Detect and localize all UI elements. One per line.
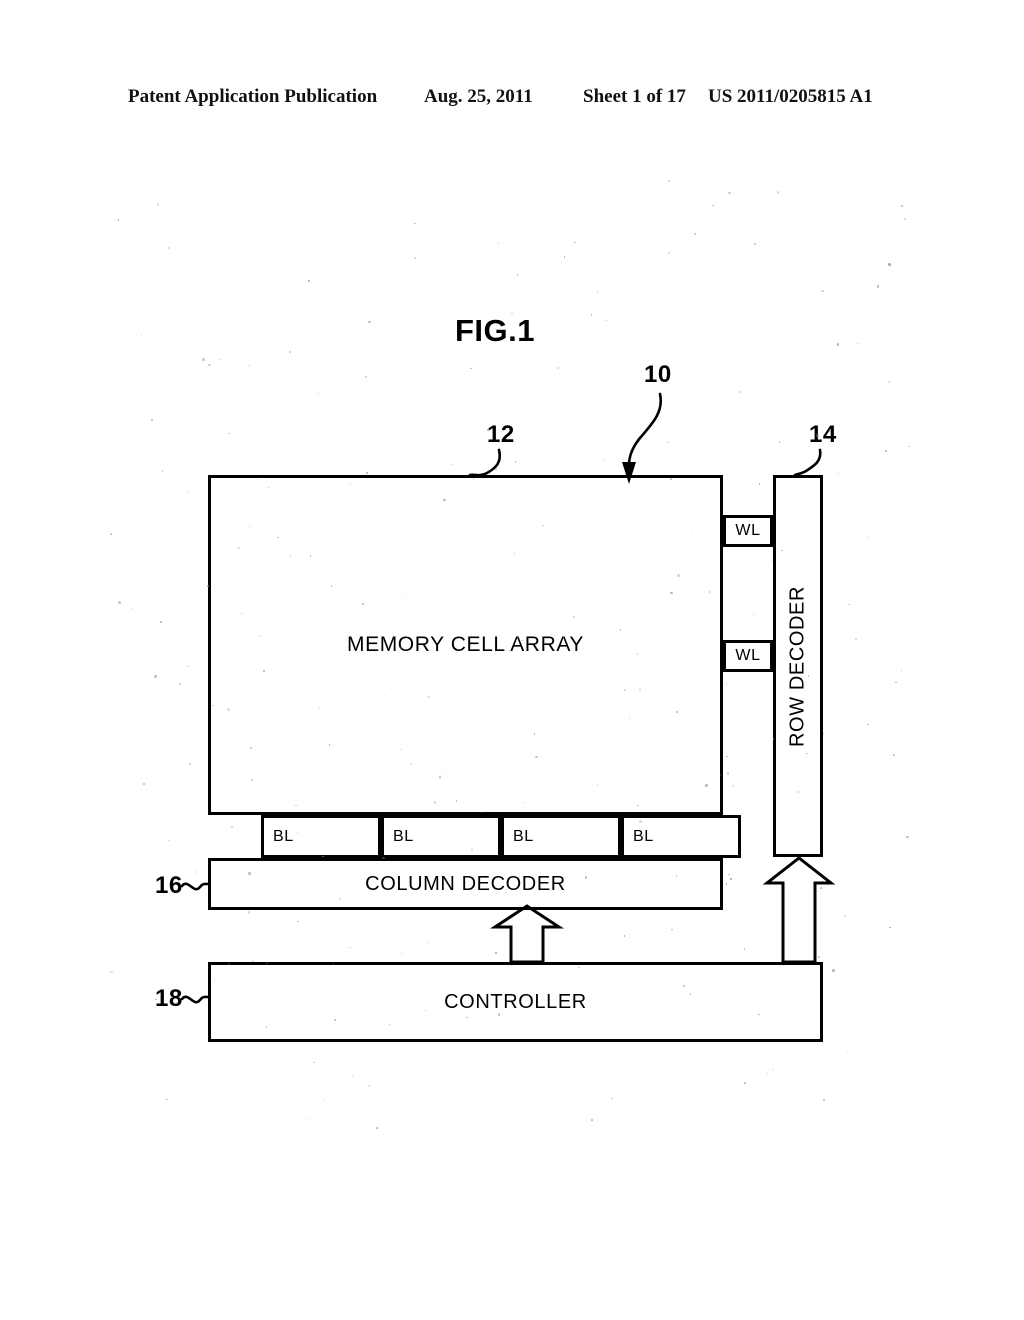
reference-numeral-10: 10: [644, 361, 672, 388]
leader-line-18: [180, 995, 210, 1004]
header-document-number: US 2011/0205815 A1: [708, 86, 873, 107]
page-header: Patent Application Publication Aug. 25, …: [0, 86, 1024, 114]
leader-line-10: [622, 392, 663, 484]
block-memory-cell-array-label: MEMORY CELL ARRAY: [347, 633, 584, 656]
block-column-decoder: COLUMN DECODER: [208, 858, 723, 910]
reference-numeral-18: 18: [155, 985, 183, 1012]
patent-figure-page: Patent Application Publication Aug. 25, …: [0, 0, 1024, 1320]
figure-title: FIG.1: [455, 313, 536, 348]
block-memory-cell-array: MEMORY CELL ARRAY: [208, 475, 723, 815]
bit-line-box-3: BL: [501, 815, 621, 858]
reference-numeral-14: 14: [809, 421, 837, 448]
block-column-decoder-label: COLUMN DECODER: [365, 872, 566, 895]
leader-line-12: [468, 448, 502, 477]
bit-line-label-3: BL: [513, 827, 534, 845]
block-row-decoder-label: ROW DECODER: [786, 585, 809, 747]
header-publication-text: Patent Application Publication: [128, 86, 378, 107]
header-sheet-text: Sheet 1 of 17: [583, 86, 686, 107]
word-line-box-1: WL: [723, 515, 773, 547]
block-controller-label: CONTROLLER: [444, 990, 587, 1013]
leader-line-16: [180, 882, 210, 891]
block-row-decoder: ROW DECODER: [773, 475, 823, 857]
word-line-box-2: WL: [723, 640, 773, 672]
bit-line-label-1: BL: [273, 827, 294, 845]
word-line-label-1: WL: [735, 522, 761, 539]
arrow-controller-to-column-decoder: [489, 904, 565, 964]
arrow-controller-to-row-decoder: [762, 856, 836, 964]
header-date-text: Aug. 25, 2011: [424, 86, 533, 107]
bit-line-box-2: BL: [381, 815, 501, 858]
bit-line-box-1: BL: [261, 815, 381, 858]
word-line-label-2: WL: [735, 647, 761, 664]
reference-numeral-16: 16: [155, 872, 183, 899]
bit-line-label-2: BL: [393, 827, 414, 845]
bit-line-label-4: BL: [633, 827, 654, 845]
block-controller: CONTROLLER: [208, 962, 823, 1042]
reference-numeral-12: 12: [487, 421, 515, 448]
leader-line-14: [793, 448, 822, 477]
